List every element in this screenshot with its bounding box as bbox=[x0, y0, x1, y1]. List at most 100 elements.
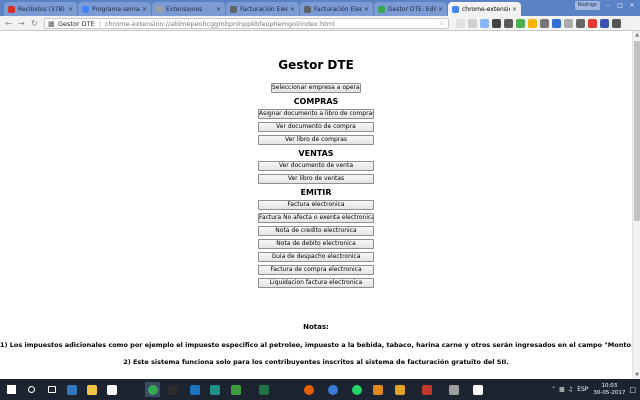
taskbar-app-glyph bbox=[351, 384, 362, 395]
tab-close-icon[interactable]: × bbox=[216, 6, 221, 13]
invoice-settlement-button[interactable]: Liquidacion factura electronica bbox=[258, 278, 374, 288]
page-title: Gestor DTE bbox=[278, 58, 354, 72]
purchase-invoice-button[interactable]: Factura de compra electronica bbox=[258, 265, 374, 275]
user-profile-badge[interactable]: Rodrigo bbox=[574, 1, 600, 10]
tab-close-icon[interactable]: × bbox=[68, 6, 73, 13]
taskbar-app-folder-icon[interactable] bbox=[392, 382, 407, 397]
taskbar-app-glyph bbox=[189, 384, 200, 395]
forward-icon[interactable]: → bbox=[16, 18, 27, 29]
browser-tab[interactable]: Gestor DTE: Edito × bbox=[374, 2, 447, 16]
taskbar-app-glyph bbox=[230, 384, 241, 395]
tab-favicon-icon bbox=[82, 5, 89, 13]
taskbar-file-explorer-icon[interactable] bbox=[84, 382, 99, 397]
browser-tab[interactable]: chrome-extension:× bbox=[448, 2, 521, 16]
taskbar-app-x-icon[interactable] bbox=[470, 382, 485, 397]
volume-icon[interactable]: ♫ bbox=[568, 386, 573, 393]
view-sales-book-button[interactable]: Ver libro de ventas bbox=[258, 174, 374, 184]
browser-tab[interactable]: Facturación Electr× bbox=[226, 2, 299, 16]
tab-label: Extensiones bbox=[166, 5, 203, 13]
tab-close-icon[interactable]: × bbox=[438, 6, 443, 13]
window-controls: – □ × bbox=[602, 0, 638, 10]
taskbar-search-icon[interactable] bbox=[24, 382, 39, 397]
view-sales-document-button[interactable]: Ver documento de venta bbox=[258, 161, 374, 171]
extension-icon[interactable] bbox=[468, 19, 477, 28]
taskbar-task-view-icon[interactable] bbox=[44, 382, 59, 397]
tab-favicon-icon bbox=[230, 5, 237, 13]
taskbar-store-icon[interactable] bbox=[104, 382, 119, 397]
credit-note-button[interactable]: Nota de credito electronica bbox=[258, 226, 374, 236]
back-icon[interactable]: ← bbox=[3, 18, 14, 29]
scroll-down-icon[interactable]: ▼ bbox=[633, 371, 640, 379]
view-purchase-book-button[interactable]: Ver libro de compras bbox=[258, 135, 374, 145]
show-hidden-icons-icon[interactable]: ⌃ bbox=[551, 386, 556, 393]
scroll-up-icon[interactable]: ▲ bbox=[633, 31, 640, 39]
scroll-thumb[interactable] bbox=[634, 41, 640, 221]
browser-tab[interactable]: Recibidos (378) - × bbox=[4, 2, 77, 16]
minimize-icon[interactable]: – bbox=[602, 0, 614, 10]
tab-label: Facturación Electr bbox=[240, 5, 288, 13]
browser-tab[interactable]: Facturación Electr× bbox=[300, 2, 373, 16]
taskbar-app-glyph bbox=[106, 384, 117, 395]
select-company-button[interactable]: Seleccionar empresa a operar bbox=[271, 83, 361, 93]
extension-icon[interactable] bbox=[528, 19, 537, 28]
browser-tab[interactable]: Programa seman × bbox=[78, 2, 151, 16]
maximize-icon[interactable]: □ bbox=[614, 0, 626, 10]
reload-icon[interactable]: ↻ bbox=[29, 18, 40, 29]
taskbar-app-dark-icon[interactable] bbox=[165, 382, 180, 397]
extension-icon[interactable] bbox=[540, 19, 549, 28]
tab-close-icon[interactable]: × bbox=[364, 6, 369, 13]
clock[interactable]: 10:03 30-05-2017 bbox=[593, 383, 625, 397]
network-icon[interactable]: ▩ bbox=[559, 386, 565, 393]
extension-icon[interactable] bbox=[576, 19, 585, 28]
extension-icon[interactable] bbox=[564, 19, 573, 28]
exempt-invoice-button[interactable]: Factura No afecta o exenta electronica bbox=[258, 213, 374, 223]
taskbar-app-teal-icon[interactable] bbox=[207, 382, 222, 397]
browser-tab[interactable]: Extensiones × bbox=[152, 2, 225, 16]
address-bar[interactable]: ▩ Gestor DTE | chrome-extension://ablmep… bbox=[44, 18, 449, 29]
emitir-heading: EMITIR bbox=[300, 188, 332, 197]
extension-icon[interactable] bbox=[456, 19, 465, 28]
extension-icon[interactable] bbox=[504, 19, 513, 28]
view-purchase-document-button[interactable]: Ver documento de compra bbox=[258, 122, 374, 132]
address-bar-url: chrome-extension://ablmepeohcggmbpnlnppk… bbox=[104, 19, 335, 28]
taskbar-start-icon[interactable] bbox=[4, 382, 19, 397]
taskbar-app-glyph bbox=[47, 386, 56, 393]
electronic-invoice-button[interactable]: Factura electronica bbox=[258, 200, 374, 210]
taskbar-firefox-icon[interactable] bbox=[301, 382, 316, 397]
notifications-icon[interactable]: □ bbox=[629, 386, 636, 394]
page-scrollbar[interactable]: ▲ ▼ bbox=[632, 31, 640, 379]
extension-icon[interactable] bbox=[480, 19, 489, 28]
tab-label: Recibidos (378) - bbox=[18, 5, 66, 13]
taskbar-app-orange-icon[interactable] bbox=[370, 382, 385, 397]
taskbar-app-glyph bbox=[147, 384, 158, 395]
tab-close-icon[interactable]: × bbox=[142, 6, 147, 13]
taskbar-app-grey-icon[interactable] bbox=[446, 382, 461, 397]
menu-icon[interactable] bbox=[612, 19, 621, 28]
compras-heading: COMPRAS bbox=[293, 97, 339, 106]
taskbar-app-glyph bbox=[66, 384, 77, 395]
address-bar-page-title: Gestor DTE bbox=[58, 19, 95, 28]
taskbar-whatsapp-icon[interactable] bbox=[349, 382, 364, 397]
tab-favicon-icon bbox=[8, 5, 15, 13]
language-indicator[interactable]: ESP bbox=[577, 386, 588, 393]
assign-purchase-document-button[interactable]: Asignar documento a libro de compras bbox=[258, 109, 374, 119]
taskbar-app-red-icon[interactable] bbox=[419, 382, 434, 397]
dispatch-guide-button[interactable]: Guia de despacho electronica bbox=[258, 252, 374, 262]
taskbar-app-green-icon[interactable] bbox=[228, 382, 243, 397]
close-window-icon[interactable]: × bbox=[626, 0, 638, 10]
extension-icon[interactable] bbox=[600, 19, 609, 28]
tab-close-icon[interactable]: × bbox=[512, 6, 517, 13]
taskbar-excel-icon[interactable] bbox=[256, 382, 271, 397]
extension-icon[interactable] bbox=[492, 19, 501, 28]
tab-close-icon[interactable]: × bbox=[290, 6, 295, 13]
extension-icon[interactable] bbox=[588, 19, 597, 28]
taskbar-edge-icon[interactable] bbox=[64, 382, 79, 397]
taskbar-app-blue-icon[interactable] bbox=[187, 382, 202, 397]
notes-title: Notas: bbox=[303, 323, 329, 331]
extension-icon[interactable] bbox=[516, 19, 525, 28]
bookmark-star-icon[interactable]: ☆ bbox=[439, 19, 445, 27]
extension-icon[interactable] bbox=[552, 19, 561, 28]
taskbar-chrome-icon[interactable] bbox=[145, 382, 160, 397]
taskbar-app-globe-icon[interactable] bbox=[325, 382, 340, 397]
debit-note-button[interactable]: Nota de debito electronica bbox=[258, 239, 374, 249]
